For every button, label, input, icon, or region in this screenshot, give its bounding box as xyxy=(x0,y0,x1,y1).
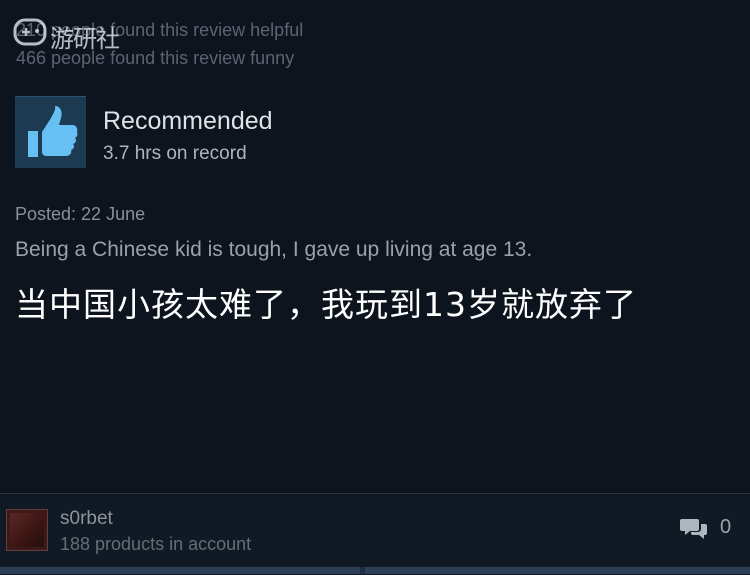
author-name[interactable]: s0rbet xyxy=(60,508,113,530)
bottom-bar-segment xyxy=(0,567,360,574)
review-text-english: Being a Chinese kid is tough, I gave up … xyxy=(15,238,533,261)
review-text-chinese: 当中国小孩太难了，我玩到13岁就放弃了 xyxy=(15,285,637,324)
bottom-bar-segment xyxy=(365,567,750,574)
watermark-text: 游研社 xyxy=(50,25,120,53)
review-footer: s0rbet 188 products in account 0 xyxy=(0,493,750,575)
comment-count[interactable]: 0 xyxy=(720,516,731,539)
comment-icon[interactable] xyxy=(680,516,708,540)
avatar-image xyxy=(10,513,44,547)
watermark: 游研社 xyxy=(10,10,132,60)
thumbs-up-icon xyxy=(28,106,78,157)
gamepad-icon xyxy=(13,18,47,46)
author-products: 188 products in account xyxy=(60,534,252,554)
hours-on-record: 3.7 hrs on record xyxy=(103,143,247,164)
recommendation-title: Recommended xyxy=(103,107,273,135)
posted-date: Posted: 22 June xyxy=(15,204,146,224)
bottom-scroll-bar xyxy=(0,567,750,574)
avatar[interactable] xyxy=(6,509,48,551)
recommendation-badge xyxy=(15,96,86,168)
